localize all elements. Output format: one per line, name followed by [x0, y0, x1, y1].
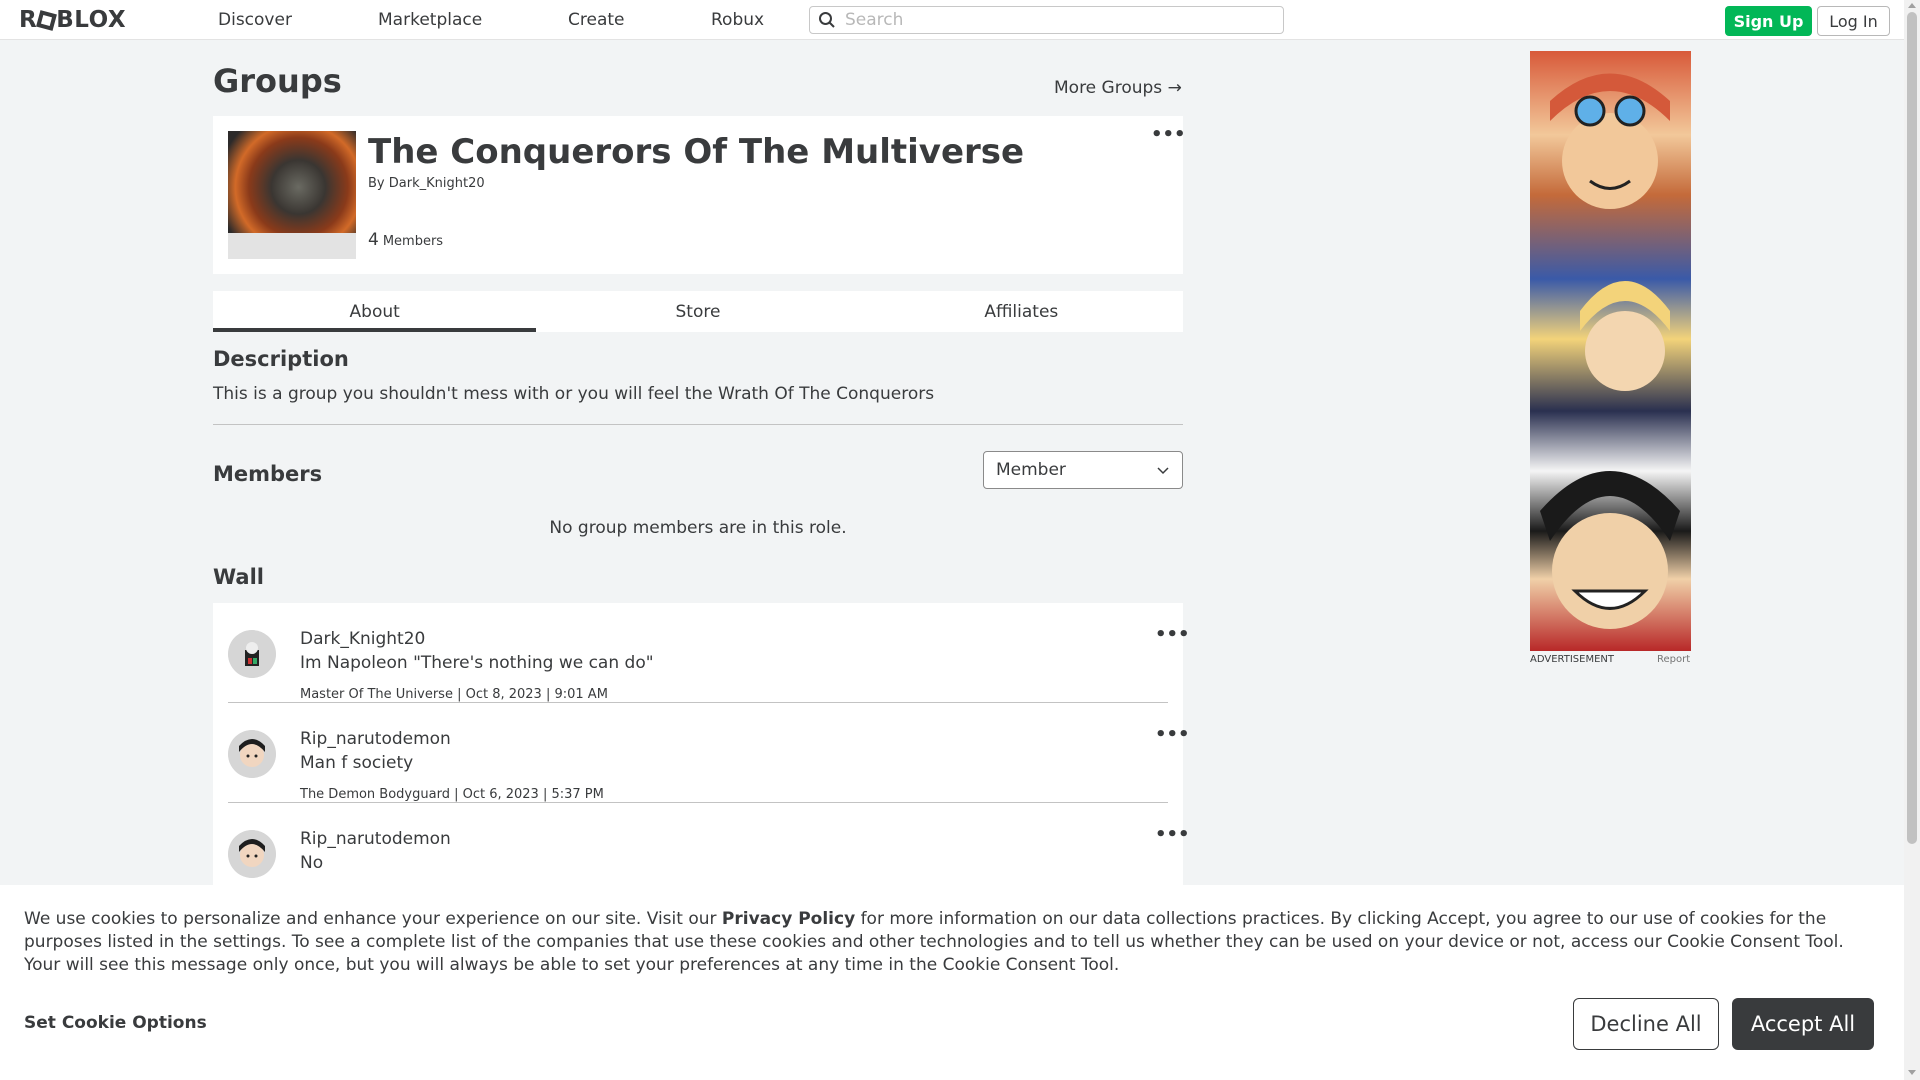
wall-heading: Wall — [213, 565, 264, 589]
group-member-count: 4 Members — [368, 230, 443, 250]
avatar-image — [228, 630, 276, 678]
accept-all-button[interactable]: Accept All — [1732, 998, 1874, 1050]
ad-artwork-image — [1540, 73, 1680, 629]
group-owner-line: By Dark_Knight20 — [368, 176, 485, 191]
nav-discover[interactable]: Discover — [218, 10, 292, 30]
wall-feed: Dark_Knight20 Im Napoleon "There's nothi… — [213, 603, 1190, 903]
post-body: Im Napoleon "There's nothing we can do" — [300, 653, 654, 673]
scroll-up-arrow-icon[interactable] — [1908, 3, 1916, 8]
group-tabs: About Store Affiliates — [213, 291, 1183, 332]
cookie-text-before: We use cookies to personalize and enhanc… — [24, 909, 722, 929]
cookie-message: We use cookies to personalize and enhanc… — [24, 908, 1884, 977]
description-heading: Description — [213, 347, 349, 371]
nav-marketplace[interactable]: Marketplace — [378, 10, 482, 30]
avatar-image — [228, 730, 276, 778]
member-count-label: Members — [382, 234, 444, 249]
nav-robux[interactable]: Robux — [711, 10, 764, 30]
post-author-link[interactable]: Dark_Knight20 — [300, 629, 425, 649]
more-groups-link[interactable]: More Groups → — [1054, 78, 1182, 98]
top-nav: R BLOX Discover Marketplace Create Robux … — [0, 0, 1904, 40]
scroll-down-arrow-icon[interactable] — [1908, 1070, 1916, 1075]
post-meta: The Demon Bodyguard | Oct 6, 2023 | 5:37… — [300, 787, 604, 802]
group-owner-link[interactable]: Dark_Knight20 — [389, 176, 485, 191]
tab-affiliates[interactable]: Affiliates — [860, 291, 1183, 332]
role-dropdown[interactable]: Member — [983, 451, 1183, 489]
cookie-banner: We use cookies to personalize and enhanc… — [0, 885, 1904, 1080]
post-menu-icon[interactable]: ••• — [1155, 626, 1190, 644]
roblox-logo[interactable]: R BLOX — [19, 7, 126, 33]
group-header-card: The Conquerors Of The Multiverse By Dark… — [213, 116, 1186, 274]
by-label: By — [368, 176, 385, 191]
post-menu-icon[interactable]: ••• — [1155, 726, 1190, 744]
ad-report-link[interactable]: Report — [1657, 654, 1690, 665]
page-scrollbar[interactable] — [1904, 0, 1920, 1080]
page-title: Groups — [213, 62, 342, 100]
privacy-policy-link[interactable]: Privacy Policy — [722, 909, 855, 929]
avatar[interactable] — [228, 630, 276, 678]
wall-post: Dark_Knight20 Im Napoleon "There's nothi… — [228, 603, 1190, 703]
post-author-link[interactable]: Rip_narutodemon — [300, 829, 451, 849]
group-emblem — [228, 131, 356, 259]
tab-store[interactable]: Store — [536, 291, 859, 332]
post-body: Man f society — [300, 753, 414, 773]
post-author-link[interactable]: Rip_narutodemon — [300, 729, 451, 749]
group-menu-icon[interactable]: ••• — [1151, 126, 1186, 144]
chevron-down-icon — [1157, 467, 1169, 475]
scrollbar-thumb[interactable] — [1907, 12, 1917, 844]
nav-create[interactable]: Create — [568, 10, 625, 30]
member-count-value: 4 — [368, 230, 379, 250]
no-members-message: No group members are in this role. — [549, 518, 847, 538]
avatar[interactable] — [228, 730, 276, 778]
role-dropdown-value: Member — [996, 460, 1066, 480]
avatar[interactable] — [228, 830, 276, 878]
group-name: The Conquerors Of The Multiverse — [368, 132, 1025, 172]
decline-all-button[interactable]: Decline All — [1573, 998, 1719, 1050]
description-text: This is a group you shouldn't mess with … — [213, 384, 935, 404]
advertisement-banner[interactable] — [1530, 51, 1691, 651]
members-heading: Members — [213, 462, 323, 486]
avatar-image — [228, 830, 276, 878]
search-box[interactable] — [809, 6, 1284, 34]
log-in-button[interactable]: Log In — [1817, 6, 1890, 36]
section-divider — [213, 424, 1183, 425]
sign-up-button[interactable]: Sign Up — [1725, 6, 1812, 36]
post-meta: Master Of The Universe | Oct 8, 2023 | 9… — [300, 687, 608, 702]
group-emblem-image — [228, 131, 356, 233]
search-icon — [819, 12, 835, 28]
logo-o-icon — [36, 9, 58, 31]
post-menu-icon[interactable]: ••• — [1155, 826, 1190, 844]
wall-post: Rip_narutodemon Man f society The Demon … — [228, 703, 1190, 803]
tab-about[interactable]: About — [213, 291, 537, 332]
set-cookie-options-link[interactable]: Set Cookie Options — [24, 1013, 207, 1033]
advertisement-label: ADVERTISEMENT — [1530, 654, 1615, 665]
search-input[interactable] — [845, 10, 1265, 30]
post-body: No — [300, 853, 324, 873]
